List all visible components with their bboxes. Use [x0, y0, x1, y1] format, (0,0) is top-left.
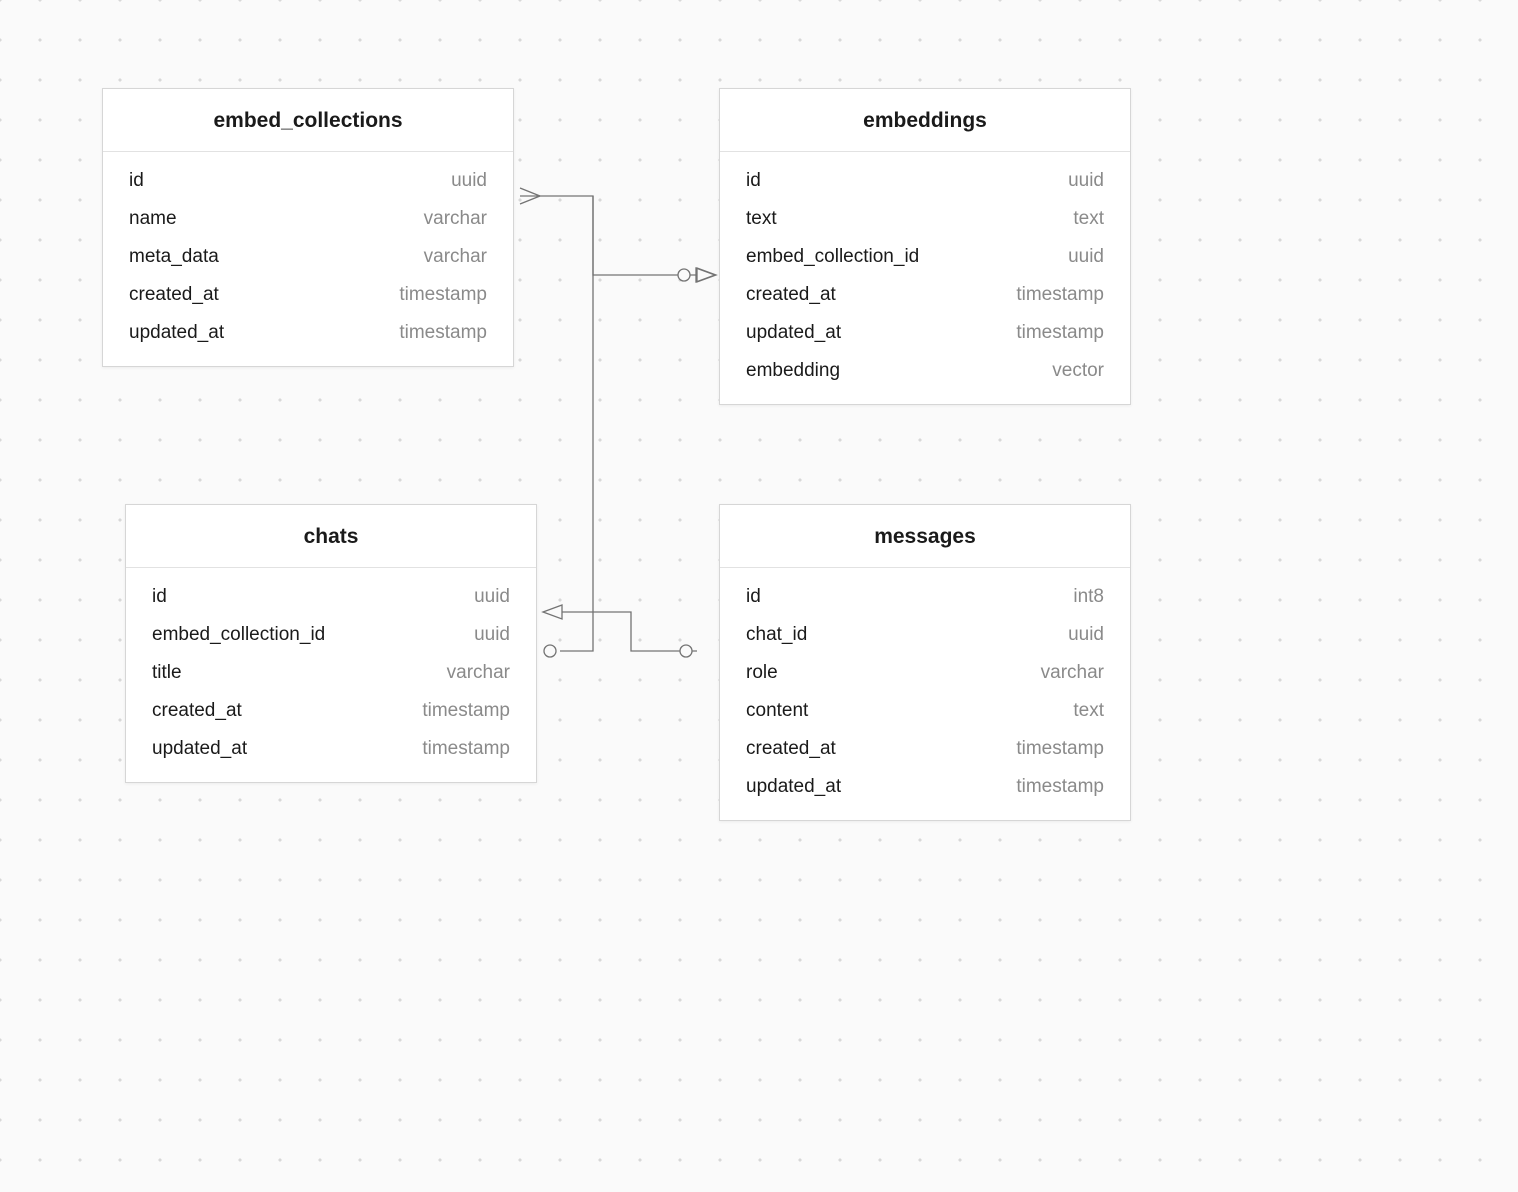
- table-rows: id uuid name varchar meta_data varchar created…: [103, 152, 513, 366]
- column-name: title: [152, 662, 182, 684]
- column-name: updated_at: [152, 738, 247, 760]
- column-name: id: [746, 586, 761, 608]
- table-row[interactable]: text text: [720, 200, 1130, 238]
- column-type: int8: [1073, 586, 1104, 608]
- column-type: uuid: [474, 624, 510, 646]
- column-type: timestamp: [422, 738, 510, 760]
- table-row[interactable]: updated_at timestamp: [126, 730, 536, 768]
- table-row[interactable]: chat_id uuid: [720, 616, 1130, 654]
- table-row[interactable]: title varchar: [126, 654, 536, 692]
- table-row[interactable]: content text: [720, 692, 1130, 730]
- table-messages[interactable]: messages id int8 chat_id uuid role varchar cont…: [719, 504, 1131, 821]
- column-name: chat_id: [746, 624, 807, 646]
- column-type: vector: [1052, 360, 1104, 382]
- table-rows: idint8chat_iduuidrolevarcharcontenttextc…: [720, 568, 1130, 820]
- column-type: timestamp: [1016, 738, 1104, 760]
- column-type: uuid: [474, 586, 510, 608]
- column-name: updated_at: [746, 776, 841, 798]
- table-row[interactable]: created_at timestamp: [126, 692, 536, 730]
- table-row[interactable]: id int8: [720, 578, 1130, 616]
- column-name: embed_collection_id: [152, 624, 325, 646]
- table-rows: id uuid text text embed_collection_id uuid cre…: [720, 152, 1130, 404]
- column-name: created_at: [746, 284, 836, 306]
- column-name: created_at: [129, 284, 219, 306]
- column-type: timestamp: [1016, 322, 1104, 344]
- table-title: embed_collections: [103, 89, 513, 152]
- table-rows: id uuid embed_collection_id uuid title varcha…: [126, 568, 536, 782]
- table-row[interactable]: created_at timestamp: [720, 730, 1130, 768]
- column-name: role: [746, 662, 778, 684]
- column-type: varchar: [424, 246, 487, 268]
- column-name: id: [129, 170, 144, 192]
- column-type: timestamp: [399, 284, 487, 306]
- column-name: id: [152, 586, 167, 608]
- table-title: chats: [126, 505, 536, 568]
- table-embeddings[interactable]: embeddings id uuid text text embed_collection…: [719, 88, 1131, 405]
- column-type: varchar: [1041, 662, 1104, 684]
- table-row[interactable]: updated_at timestamp: [103, 314, 513, 352]
- table-row[interactable]: embed_collection_id uuid: [126, 616, 536, 654]
- column-name: updated_at: [129, 322, 224, 344]
- column-type: uuid: [1068, 246, 1104, 268]
- column-type: text: [1073, 208, 1104, 230]
- column-name: created_at: [152, 700, 242, 722]
- table-row[interactable]: updated_at timestamp: [720, 768, 1130, 806]
- column-type: timestamp: [422, 700, 510, 722]
- column-name: updated_at: [746, 322, 841, 344]
- table-title: messages: [720, 505, 1130, 568]
- table-row[interactable]: name varchar: [103, 200, 513, 238]
- column-type: timestamp: [1016, 284, 1104, 306]
- column-type: uuid: [1068, 624, 1104, 646]
- table-row[interactable]: id uuid: [720, 162, 1130, 200]
- column-name: id: [746, 170, 761, 192]
- column-type: uuid: [451, 170, 487, 192]
- table-row[interactable]: id uuid: [126, 578, 536, 616]
- column-name: embedding: [746, 360, 840, 382]
- table-row[interactable]: updated_at timestamp: [720, 314, 1130, 352]
- table-row[interactable]: id uuid: [103, 162, 513, 200]
- column-name: created_at: [746, 738, 836, 760]
- table-chats[interactable]: chats id uuid embed_collection_id uuid title v…: [125, 504, 537, 783]
- column-type: uuid: [1068, 170, 1104, 192]
- table-row[interactable]: embed_collection_id uuid: [720, 238, 1130, 276]
- column-name: text: [746, 208, 777, 230]
- table-embed_collections[interactable]: embed_collectionsiduuidnamevarcharmeta_d…: [102, 88, 514, 367]
- column-name: meta_data: [129, 246, 219, 268]
- table-row[interactable]: embedding vector: [720, 352, 1130, 390]
- column-type: varchar: [447, 662, 510, 684]
- table-row[interactable]: created_at timestamp: [103, 276, 513, 314]
- column-type: varchar: [424, 208, 487, 230]
- column-name: name: [129, 208, 177, 230]
- table-title: embeddings: [720, 89, 1130, 152]
- column-type: timestamp: [1016, 776, 1104, 798]
- column-type: text: [1073, 700, 1104, 722]
- table-row[interactable]: role varchar: [720, 654, 1130, 692]
- column-type: timestamp: [399, 322, 487, 344]
- column-name: content: [746, 700, 808, 722]
- table-row[interactable]: meta_data varchar: [103, 238, 513, 276]
- column-name: embed_collection_id: [746, 246, 919, 268]
- table-row[interactable]: created_at timestamp: [720, 276, 1130, 314]
